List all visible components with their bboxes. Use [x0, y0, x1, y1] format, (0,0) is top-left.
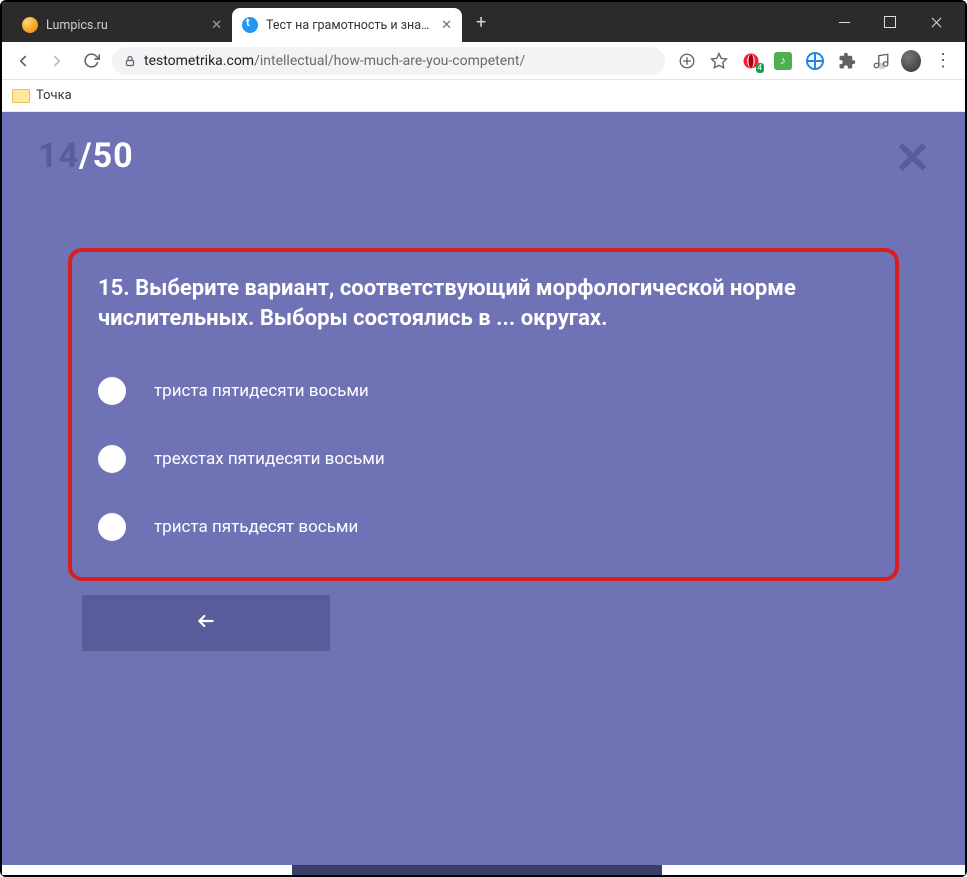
- horizontal-scrollbar[interactable]: [2, 865, 965, 875]
- install-app-icon[interactable]: [677, 51, 697, 71]
- previous-question-button[interactable]: [82, 595, 330, 647]
- bookmark-item[interactable]: Точка: [36, 88, 72, 103]
- extensions-puzzle-icon[interactable]: [837, 51, 857, 71]
- minimize-button[interactable]: [821, 2, 867, 42]
- bookmarks-bar: Точка: [2, 80, 965, 112]
- close-tab-icon[interactable]: ✕: [211, 18, 222, 33]
- progress-counter: 14 / 50: [2, 112, 965, 176]
- tab-title: Lumpics.ru: [46, 18, 203, 33]
- address-bar[interactable]: testometrika.com/intellectual/how-much-a…: [112, 47, 665, 75]
- answer-text: трехстах пятидесяти восьми: [154, 449, 385, 469]
- toolbar: testometrika.com/intellectual/how-much-a…: [2, 42, 965, 80]
- question-card: 15. Выберите вариант, соответствующий мо…: [68, 248, 899, 647]
- forward-button[interactable]: [44, 48, 70, 74]
- window-controls: [821, 2, 965, 42]
- favicon-lumpics: [22, 17, 38, 33]
- scrollbar-thumb[interactable]: [292, 865, 662, 875]
- media-control-icon[interactable]: [869, 51, 889, 71]
- highlight-box: 15. Выберите вариант, соответствующий мо…: [68, 248, 899, 581]
- answer-option[interactable]: триста пятьдесят восьми: [98, 513, 869, 541]
- close-tab-icon[interactable]: ✕: [441, 18, 452, 33]
- tab-title: Тест на грамотность и знание р: [266, 18, 433, 33]
- maximize-button[interactable]: [867, 2, 913, 42]
- answer-option[interactable]: триста пятидесяти восьми: [98, 377, 869, 405]
- titlebar: Lumpics.ru ✕ Тест на грамотность и знани…: [2, 2, 965, 42]
- music-extension-icon[interactable]: ♪: [773, 51, 793, 71]
- tab-lumpics[interactable]: Lumpics.ru ✕: [12, 8, 232, 42]
- radio-icon: [98, 513, 126, 541]
- progress-current: 14: [38, 136, 79, 176]
- question-text: 15. Выберите вариант, соответствующий мо…: [98, 274, 869, 333]
- tab-testometrika[interactable]: Тест на грамотность и знание р ✕: [232, 8, 462, 42]
- progress-total: 50: [93, 136, 134, 176]
- back-button[interactable]: [10, 48, 36, 74]
- radio-icon: [98, 377, 126, 405]
- translate-extension-icon[interactable]: [805, 51, 825, 71]
- bookmark-star-icon[interactable]: [709, 51, 729, 71]
- radio-icon: [98, 445, 126, 473]
- answer-text: триста пятидесяти восьми: [154, 381, 369, 401]
- answer-option[interactable]: трехстах пятидесяти восьми: [98, 445, 869, 473]
- reload-button[interactable]: [78, 48, 104, 74]
- toolbar-extensions: 4 ♪ ⋮: [673, 51, 957, 71]
- url-path: /intellectual/how-much-are-you-competent…: [254, 53, 525, 69]
- opera-extension-icon[interactable]: 4: [741, 51, 761, 71]
- favicon-testometrika: [242, 17, 258, 33]
- close-window-button[interactable]: [913, 2, 959, 42]
- close-quiz-icon[interactable]: ✕: [894, 132, 931, 184]
- answers-list: триста пятидесяти восьми трехстах пятиде…: [98, 377, 869, 541]
- lock-icon: [124, 55, 136, 67]
- page-content: 14 / 50 ✕ 15. Выберите вариант, соответс…: [2, 112, 965, 875]
- chrome-menu-button[interactable]: ⋮: [933, 51, 953, 71]
- url-host: testometrika.com: [144, 53, 254, 69]
- progress-separator: /: [79, 136, 93, 176]
- answer-text: триста пятьдесят восьми: [154, 517, 358, 537]
- opera-badge: 4: [756, 63, 765, 73]
- url-text: testometrika.com/intellectual/how-much-a…: [144, 53, 525, 69]
- new-tab-button[interactable]: +: [462, 12, 500, 33]
- profile-avatar[interactable]: [901, 51, 921, 71]
- folder-icon: [12, 89, 30, 103]
- tab-strip: Lumpics.ru ✕ Тест на грамотность и знани…: [2, 2, 821, 42]
